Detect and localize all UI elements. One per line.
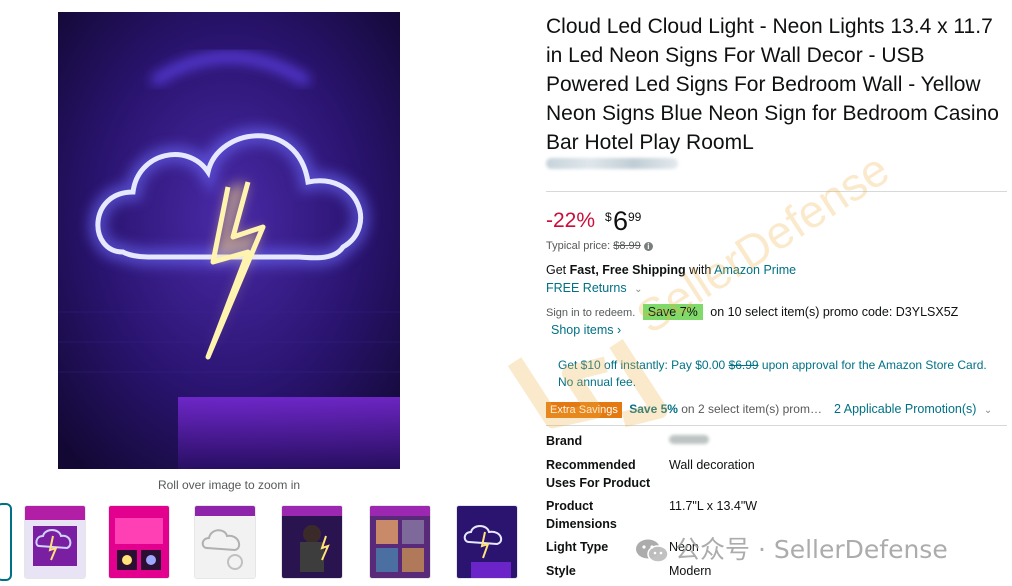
wechat-watermark-text: 公众号 · SellerDefense [675, 535, 948, 564]
shipping-with: with [685, 263, 715, 277]
extra-savings-text: on 2 select item(s) prom… [677, 402, 822, 416]
thumbnail-5[interactable] [369, 505, 431, 579]
free-returns-label: FREE Returns [546, 281, 627, 295]
shipping-get: Get [546, 263, 570, 277]
thumbnail-2[interactable] [108, 505, 170, 579]
zoom-hint: Roll over image to zoom in [157, 478, 301, 492]
fast-free-shipping: Fast, Free Shipping [569, 263, 686, 277]
thumbnail-4[interactable] [281, 505, 343, 579]
info-icon[interactable]: i [643, 241, 653, 251]
spec-label-brand: Brand [546, 434, 583, 448]
thumbnail-6[interactable] [456, 505, 518, 579]
chevron-down-icon: ⌄ [634, 284, 643, 295]
extra-savings-row: Extra Savings Save 5% on 2 select item(s… [546, 402, 822, 418]
price-fraction: 99 [628, 210, 642, 224]
thumbnail-1[interactable] [24, 505, 86, 579]
typical-price: Typical price: $8.99 i [546, 240, 653, 252]
card-offer-strike-price: $6.99 [728, 358, 759, 372]
typical-price-label: Typical price: [546, 240, 611, 252]
spec-label-dimensions: Product Dimensions [546, 499, 617, 531]
promo-text: on 10 select item(s) promo code: D3YLSX5… [710, 305, 959, 319]
store-card-offer[interactable]: Get $10 off instantly: Pay $0.00 $6.99 u… [558, 357, 998, 391]
thumbnail-selected-edge[interactable] [0, 503, 12, 581]
applicable-promotions-dropdown[interactable]: 2 Applicable Promotion(s) ⌄ [834, 402, 992, 416]
shipping-info: Get Fast, Free Shipping with Amazon Prim… [546, 263, 796, 277]
price-currency: $ [605, 210, 612, 224]
thumbnail-3[interactable] [194, 505, 256, 579]
applicable-promotions-label: 2 Applicable Promotion(s) [834, 402, 977, 416]
divider [546, 425, 1007, 426]
brand-store-link[interactable] [546, 158, 678, 169]
typical-price-value: $8.99 [613, 240, 641, 252]
card-offer-text-1: Get $10 off instantly: Pay $0.00 [558, 358, 729, 372]
spec-label-uses: Recommended Uses For Product [546, 458, 651, 490]
spec-value-uses: Wall decoration [669, 458, 755, 472]
discount-percent: -22% [546, 209, 596, 232]
main-product-image[interactable] [58, 12, 400, 469]
product-title: Cloud Led Cloud Light - Neon Lights 13.4… [546, 15, 999, 154]
sign-in-to-redeem[interactable]: Sign in to redeem. [546, 307, 635, 319]
thumbnail-strip [0, 503, 530, 581]
spec-value-brand [669, 435, 709, 444]
wechat-icon [636, 539, 669, 563]
chevron-down-icon: ⌄ [983, 405, 993, 416]
save-badge: Save 7% [642, 304, 703, 320]
amazon-prime-link[interactable]: Amazon Prime [714, 263, 796, 277]
free-returns-link[interactable]: FREE Returns ⌄ [546, 281, 642, 295]
spec-value-dimensions: 11.7"L x 13.4"W [669, 499, 758, 513]
promo-code-row: Sign in to redeem. Save 7% on 10 select … [546, 304, 958, 320]
shop-items-link[interactable]: Shop items › [551, 323, 621, 337]
extra-savings-badge: Extra Savings [546, 402, 622, 418]
price-whole: 6 [613, 206, 629, 236]
wechat-watermark: 公众号 · SellerDefense [635, 530, 948, 566]
extra-save-percent: Save 5% [629, 402, 678, 416]
divider [546, 191, 1007, 192]
